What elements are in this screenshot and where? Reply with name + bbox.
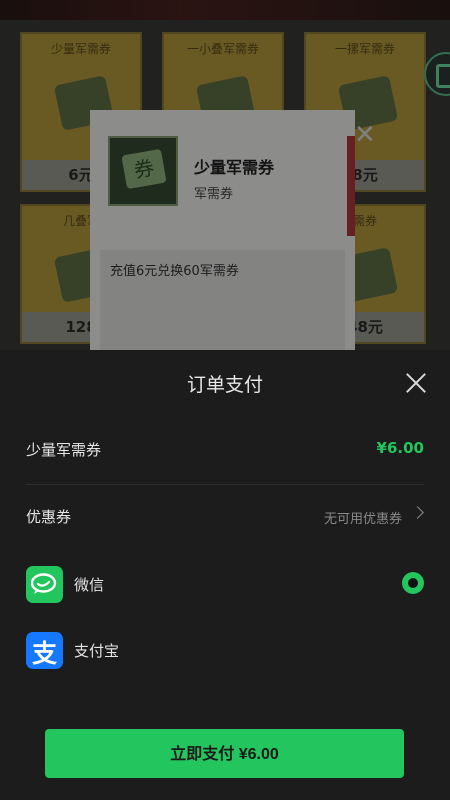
product-row: 少量军需券 ¥6.00 <box>26 425 424 475</box>
product-amount: ¥6.00 <box>376 439 424 457</box>
payment-method-wechat[interactable]: 微信 <box>26 566 424 604</box>
product-name: 少量军需券 <box>26 441 102 459</box>
coupon-row[interactable]: 优惠券 无可用优惠券 <box>26 492 424 542</box>
alipay-label: 支付宝 <box>74 642 120 660</box>
dim-overlay[interactable] <box>0 0 450 350</box>
divider <box>26 484 424 485</box>
alipay-glyph: 支 <box>31 639 57 668</box>
alipay-icon: 支 <box>26 632 63 669</box>
wechat-pay-icon <box>26 566 63 603</box>
selected-radio-icon[interactable] <box>402 572 424 594</box>
sheet-title: 订单支付 <box>186 374 263 396</box>
pay-now-button[interactable]: 立即支付 ¥6.00 <box>45 729 404 778</box>
close-icon[interactable] <box>402 370 430 398</box>
payment-sheet: 订单支付 少量军需券 ¥6.00 优惠券 无可用优惠券 微信 支 支付宝 立即支… <box>0 350 450 800</box>
payment-method-alipay[interactable]: 支 支付宝 <box>26 632 424 670</box>
coupon-label: 优惠券 <box>26 508 72 526</box>
shop-background: 少量军需券 6元 一小叠军需券 一摞军需券 8元 几叠军 128 需券 48元 … <box>0 0 450 350</box>
chevron-right-icon <box>411 506 424 519</box>
wechat-label: 微信 <box>74 576 105 594</box>
coupon-value: 无可用优惠券 <box>323 512 402 527</box>
